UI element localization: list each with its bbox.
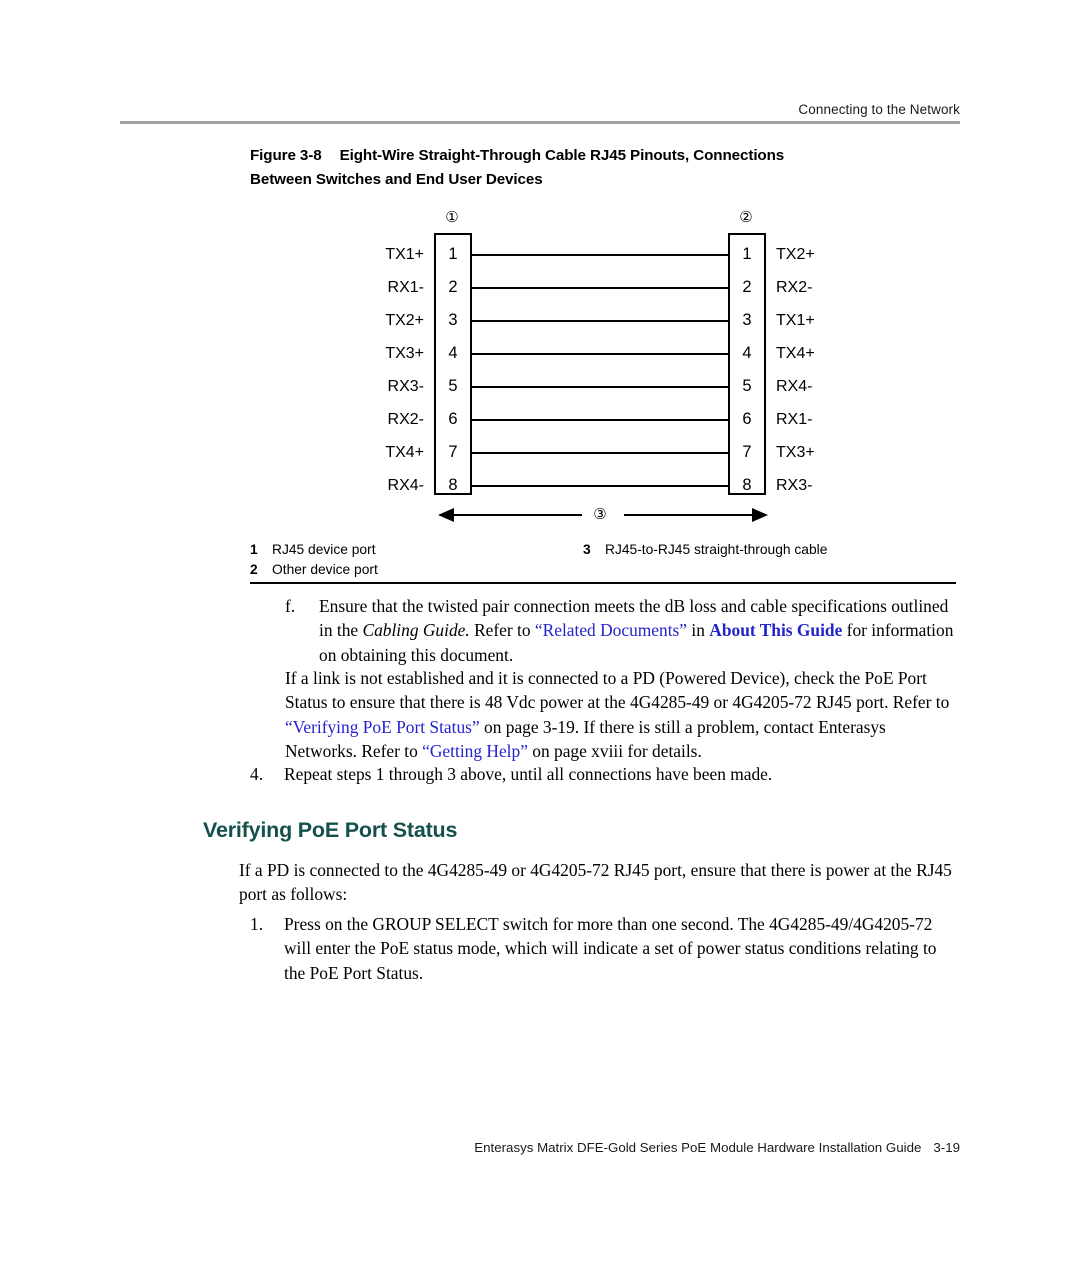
wire-pin-5 <box>470 386 728 388</box>
pin-signal-right-7: TX3+ <box>776 444 815 461</box>
running-header: Connecting to the Network <box>798 102 960 117</box>
list-item-f: f. Ensure that the twisted pair connecti… <box>285 594 955 667</box>
legend-column-1: 1 RJ45 device port 2 Other device port <box>250 540 580 580</box>
pin-number-left-7: 7 <box>448 443 458 461</box>
pin-number-right-7: 7 <box>742 443 752 461</box>
pin-number-left-2: 2 <box>448 278 458 296</box>
wire-pin-3 <box>470 320 728 322</box>
cabling-guide-title: Cabling Guide. <box>362 620 470 641</box>
pin-signal-left-8: RX4- <box>387 477 424 494</box>
pin-signal-right-6: RX1- <box>776 411 813 428</box>
span-line-right <box>624 514 754 516</box>
list-item-step-1: 1. Press on the GROUP SELECT switch for … <box>250 912 950 985</box>
rj45-pinout-diagram: ① ② TX1+ 1 1 TX2+ RX1- 2 2 RX2- TX2+ 3 3 TX1+ TX3+ 4 4… <box>250 200 960 535</box>
paragraph-pd-link: If a link is not established and it is c… <box>285 666 955 764</box>
wire-pin-2 <box>470 287 728 289</box>
legend-text-1: RJ45 device port <box>272 542 376 557</box>
pin-signal-left-2: RX1- <box>387 279 424 296</box>
pin-signal-right-5: RX4- <box>776 378 813 395</box>
pin-number-left-5: 5 <box>448 377 458 395</box>
pin-number-right-8: 8 <box>742 476 752 494</box>
pin-number-right-3: 3 <box>742 311 752 329</box>
pin-number-right-5: 5 <box>742 377 752 395</box>
pin-signal-right-2: RX2- <box>776 279 813 296</box>
pin-number-right-1: 1 <box>742 245 752 263</box>
callout-3-marker: ③ <box>586 505 614 523</box>
wire-pin-7 <box>470 452 728 454</box>
pin-number-left-3: 3 <box>448 311 458 329</box>
text-pd-part3: on page xviii for details. <box>527 741 702 762</box>
pin-number-left-4: 4 <box>448 344 458 362</box>
callout-1-marker: ① <box>445 209 459 226</box>
footer-guide-title: Enterasys Matrix DFE-Gold Series PoE Mod… <box>474 1140 922 1155</box>
legend-key-3: 3 <box>583 542 591 557</box>
section-heading-verifying-poe-port-status: Verifying PoE Port Status <box>203 818 458 842</box>
legend-key-2: 2 <box>250 562 258 577</box>
pin-number-left-1: 1 <box>448 245 458 263</box>
link-related-documents[interactable]: “Related Documents” <box>535 620 687 640</box>
wire-pin-1 <box>470 254 728 256</box>
pin-signal-right-1: TX2+ <box>776 246 815 263</box>
arrow-right-icon <box>752 508 768 522</box>
figure-title-line1: Eight-Wire Straight-Through Cable RJ45 P… <box>339 147 785 164</box>
wire-pin-8 <box>470 485 728 487</box>
pin-signal-left-6: RX2- <box>387 411 424 428</box>
pin-number-right-6: 6 <box>742 410 752 428</box>
list-item-step-4: 4. Repeat steps 1 through 3 above, until… <box>250 762 950 786</box>
header-rule <box>120 121 960 124</box>
legend-rule <box>250 582 956 584</box>
legend-key-1: 1 <box>250 542 258 557</box>
link-getting-help[interactable]: “Getting Help” <box>422 741 528 761</box>
span-line-left <box>452 514 582 516</box>
list-body-4: Repeat steps 1 through 3 above, until al… <box>284 764 773 784</box>
pin-signal-left-7: TX4+ <box>385 444 424 461</box>
list-marker-f: f. <box>285 596 296 616</box>
pin-number-left-6: 6 <box>448 410 458 428</box>
text-pd-part1: If a link is not established and it is c… <box>285 668 950 713</box>
pin-number-left-8: 8 <box>448 476 458 494</box>
legend-text-2: Other device port <box>272 562 378 577</box>
list-marker-1: 1. <box>250 914 264 934</box>
figure-caption: Figure 3-8 Eight-Wire Straight-Through Ca… <box>250 144 950 192</box>
figure-title-line2: Between Switches and End User Devices <box>250 171 543 188</box>
paragraph-intro: If a PD is connected to the 4G4285-49 or… <box>239 860 952 905</box>
legend-item-1: 1 RJ45 device port <box>250 540 580 560</box>
list-marker-4: 4. <box>250 764 264 784</box>
legend-column-2: 3 RJ45-to-RJ45 straight-through cable <box>583 540 953 560</box>
pin-signal-right-8: RX3- <box>776 477 813 494</box>
legend-item-3: 3 RJ45-to-RJ45 straight-through cable <box>583 540 953 560</box>
pin-signal-right-4: TX4+ <box>776 345 815 362</box>
text-f-part2: Refer to <box>469 620 535 641</box>
pin-number-right-2: 2 <box>742 278 752 296</box>
link-verifying-poe-port-status[interactable]: “Verifying PoE Port Status” <box>285 717 480 737</box>
pin-signal-left-4: TX3+ <box>385 345 424 362</box>
list-body-1: Press on the GROUP SELECT switch for mor… <box>284 914 937 983</box>
wire-pin-6 <box>470 419 728 421</box>
pin-signal-left-1: TX1+ <box>385 246 424 263</box>
figure-number: Figure 3-8 <box>250 147 322 164</box>
list-body-f: Ensure that the twisted pair connection … <box>319 594 955 667</box>
pin-number-right-4: 4 <box>742 344 752 362</box>
link-about-this-guide[interactable]: About This Guide <box>709 620 842 640</box>
pin-signal-left-3: TX2+ <box>385 312 424 329</box>
footer-page-number: 3-19 <box>933 1140 960 1155</box>
page-footer: Enterasys Matrix DFE-Gold Series PoE Mod… <box>120 1140 960 1155</box>
wire-pin-4 <box>470 353 728 355</box>
cable-span-arrow: ③ <box>438 505 768 525</box>
text-f-part3: in <box>687 620 710 641</box>
legend-text-3: RJ45-to-RJ45 straight-through cable <box>605 542 828 557</box>
legend-item-2: 2 Other device port <box>250 560 580 580</box>
callout-2-marker: ② <box>739 209 753 226</box>
pin-signal-right-3: TX1+ <box>776 312 815 329</box>
pin-signal-left-5: RX3- <box>387 378 424 395</box>
